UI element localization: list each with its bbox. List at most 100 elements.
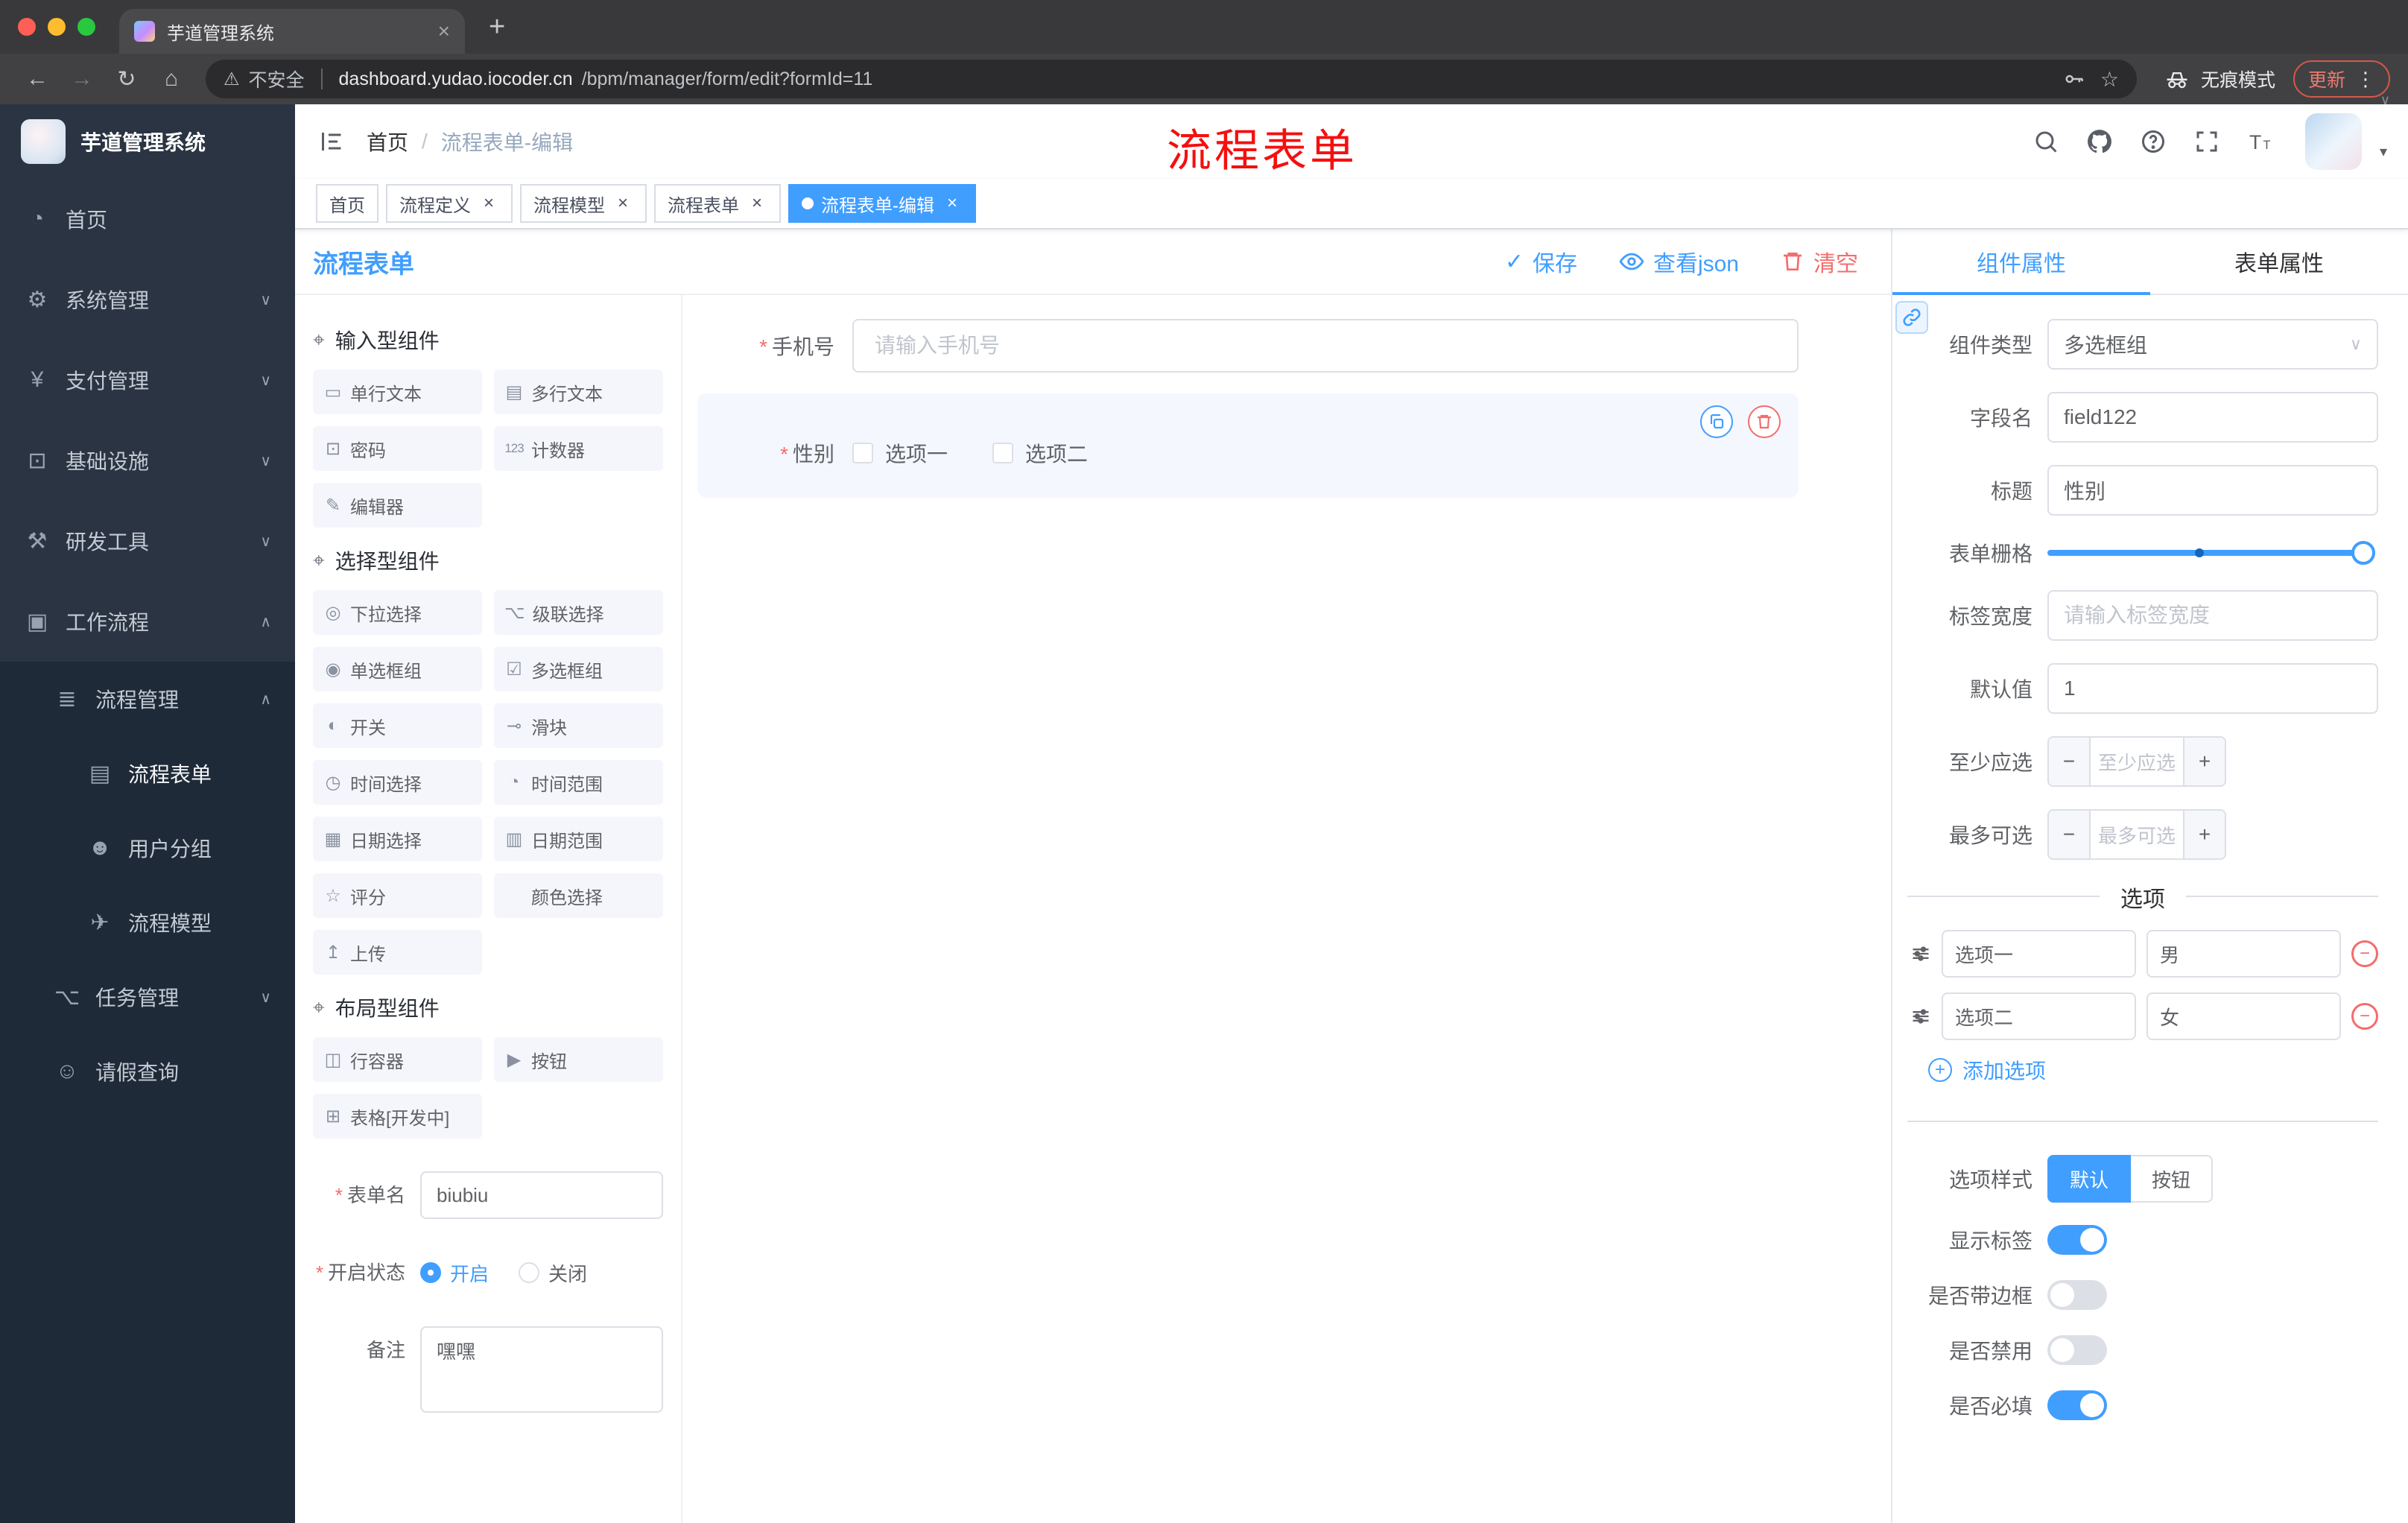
browser-menu-dots-icon[interactable]: ⋮ xyxy=(2356,68,2375,91)
tag-process-form[interactable]: 流程表单 × xyxy=(654,184,781,223)
field-name-input[interactable] xyxy=(2047,392,2378,443)
back-icon[interactable]: ← xyxy=(18,66,57,92)
palette-item-button[interactable]: ▶ 按钮 xyxy=(494,1037,663,1082)
grid-slider[interactable] xyxy=(2047,541,2375,565)
palette-item-rate[interactable]: ☆ 评分 xyxy=(313,873,482,918)
slider-handle[interactable] xyxy=(2351,541,2375,565)
palette-item-date-range[interactable]: ▥ 日期范围 xyxy=(494,817,663,861)
label-width-input[interactable] xyxy=(2047,590,2378,641)
palette-item-single-line-text[interactable]: ▭ 单行文本 xyxy=(313,370,482,414)
palette-item-time-picker[interactable]: ◷ 时间选择 xyxy=(313,760,482,805)
help-icon[interactable] xyxy=(2135,124,2171,159)
sidebar-item-home[interactable]: ◔ 首页 xyxy=(0,179,295,259)
sidebar-item-workflow[interactable]: ▣ 工作流程 ∧ xyxy=(0,581,295,662)
component-type-select[interactable]: 多选框组 ∨ xyxy=(2047,319,2378,370)
option-2-label-input[interactable] xyxy=(1942,992,2136,1040)
new-tab-button[interactable]: + xyxy=(489,11,505,43)
sidebar-item-leave-query[interactable]: ☺ 请假查询 xyxy=(0,1034,295,1109)
remove-option-button[interactable]: − xyxy=(2351,1003,2378,1030)
palette-item-radio-group[interactable]: ◉ 单选框组 xyxy=(313,647,482,691)
tag-close-icon[interactable]: × xyxy=(612,193,633,214)
sidebar-item-task-management[interactable]: ⌥ 任务管理 ∨ xyxy=(0,960,295,1034)
chrome-update-button[interactable]: 更新 ⋮ xyxy=(2293,60,2390,98)
save-button[interactable]: ✓ 保存 xyxy=(1505,245,1577,278)
sidebar-item-process-management[interactable]: ≣ 流程管理 ∧ xyxy=(0,662,295,736)
drag-handle-icon[interactable] xyxy=(1910,1006,1931,1027)
sidebar-item-process-form[interactable]: ▤ 流程表单 xyxy=(0,736,295,811)
stepper-increase-button[interactable]: + xyxy=(2183,811,2225,858)
delete-component-button[interactable] xyxy=(1748,405,1781,438)
palette-item-slider[interactable]: ⊸ 滑块 xyxy=(494,703,663,748)
canvas-field-phone[interactable]: * 手机号 xyxy=(697,319,1799,373)
forward-icon[interactable]: → xyxy=(63,66,101,92)
stepper-increase-button[interactable]: + xyxy=(2183,738,2225,785)
sidebar-item-user-groups[interactable]: ☻ 用户分组 xyxy=(0,811,295,885)
password-key-icon[interactable] xyxy=(2063,68,2085,90)
doc-link-button[interactable] xyxy=(1895,301,1928,334)
form-canvas[interactable]: * 手机号 请输入手机号 * 性别 选项一 选项二 xyxy=(682,295,1891,1523)
profile-chevron-icon[interactable]: ∨ xyxy=(2380,92,2390,108)
avatar-caret-icon[interactable]: ▾ xyxy=(2380,142,2387,161)
tag-process-definition[interactable]: 流程定义 × xyxy=(386,184,513,223)
palette-item-password[interactable]: ⊡ 密码 xyxy=(313,426,482,471)
tag-close-icon[interactable]: × xyxy=(747,193,767,214)
option-style-button-button[interactable]: 按钮 xyxy=(2131,1155,2214,1203)
palette-item-checkbox-group[interactable]: ☑ 多选框组 xyxy=(494,647,663,691)
palette-item-row-container[interactable]: ◫ 行容器 xyxy=(313,1037,482,1082)
palette-item-upload[interactable]: ↥ 上传 xyxy=(313,930,482,975)
max-select-value[interactable]: 最多可选 xyxy=(2091,811,2183,858)
breadcrumb-home[interactable]: 首页 xyxy=(367,127,408,156)
option-1-label-input[interactable] xyxy=(1942,930,2136,978)
sidebar-item-system[interactable]: ⚙ 系统管理 ∨ xyxy=(0,259,295,340)
tag-close-icon[interactable]: × xyxy=(942,193,963,214)
user-avatar[interactable] xyxy=(2304,113,2362,170)
sidebar-item-payment[interactable]: ¥ 支付管理 ∨ xyxy=(0,340,295,420)
font-size-icon[interactable]: TT xyxy=(2243,124,2278,159)
sidebar-logo[interactable]: 芋道管理系统 xyxy=(0,104,295,179)
tab-close-icon[interactable]: × xyxy=(438,21,450,42)
tag-close-icon[interactable]: × xyxy=(478,193,499,214)
option-1-value-input[interactable] xyxy=(2146,930,2341,978)
stepper-decrease-button[interactable]: − xyxy=(2049,811,2091,858)
palette-item-cascader[interactable]: ⌥ 级联选择 xyxy=(494,590,663,635)
palette-item-switch[interactable]: ◐ 开关 xyxy=(313,703,482,748)
option-style-default-button[interactable]: 默认 xyxy=(2047,1155,2132,1203)
sidebar-item-devtools[interactable]: ⚒ 研发工具 ∨ xyxy=(0,501,295,581)
phone-input[interactable] xyxy=(852,319,1799,373)
bookmark-star-icon[interactable]: ☆ xyxy=(2100,67,2119,92)
required-toggle[interactable] xyxy=(2047,1390,2107,1420)
default-value-input[interactable] xyxy=(2047,663,2378,714)
browser-tab[interactable]: 芋道管理系统 × xyxy=(119,9,465,54)
search-icon[interactable] xyxy=(2028,124,2064,159)
palette-item-counter[interactable]: 123 计数器 xyxy=(494,426,663,471)
palette-item-date-picker[interactable]: ▦ 日期选择 xyxy=(313,817,482,861)
window-zoom-button[interactable] xyxy=(77,18,95,36)
form-remark-textarea[interactable]: 嘿嘿 xyxy=(420,1326,663,1413)
reload-icon[interactable]: ↻ xyxy=(107,66,146,92)
option-2-value-input[interactable] xyxy=(2146,992,2341,1040)
status-radio-on[interactable]: 开启 xyxy=(420,1259,489,1287)
sidebar-item-process-model[interactable]: ✈ 流程模型 xyxy=(0,885,295,960)
github-icon[interactable] xyxy=(2082,124,2117,159)
gender-option-2-checkbox[interactable]: 选项二 xyxy=(992,438,1088,468)
border-toggle[interactable] xyxy=(2047,1280,2107,1310)
sidebar-item-infrastructure[interactable]: ⊡ 基础设施 ∨ xyxy=(0,420,295,501)
min-select-value[interactable]: 至少应选 xyxy=(2091,738,2183,785)
title-input[interactable] xyxy=(2047,465,2378,516)
sidebar-toggle-button[interactable] xyxy=(295,104,367,179)
gender-option-1-checkbox[interactable]: 选项一 xyxy=(852,438,948,468)
palette-item-color-picker[interactable]: 颜色选择 xyxy=(494,873,663,918)
palette-item-editor[interactable]: ✎ 编辑器 xyxy=(313,483,482,528)
show-label-toggle[interactable] xyxy=(2047,1225,2107,1255)
palette-item-multi-line-text[interactable]: ▤ 多行文本 xyxy=(494,370,663,414)
canvas-field-gender-selected[interactable]: * 性别 选项一 选项二 xyxy=(697,393,1799,498)
remove-option-button[interactable]: − xyxy=(2351,940,2378,967)
security-warning-icon[interactable]: ⚠ xyxy=(224,69,240,90)
stepper-decrease-button[interactable]: − xyxy=(2049,738,2091,785)
home-icon[interactable]: ⌂ xyxy=(152,66,191,92)
fullscreen-icon[interactable] xyxy=(2189,124,2225,159)
copy-component-button[interactable] xyxy=(1700,405,1733,438)
disabled-toggle[interactable] xyxy=(2047,1335,2107,1365)
window-minimize-button[interactable] xyxy=(48,18,66,36)
tag-home[interactable]: 首页 xyxy=(316,184,378,223)
